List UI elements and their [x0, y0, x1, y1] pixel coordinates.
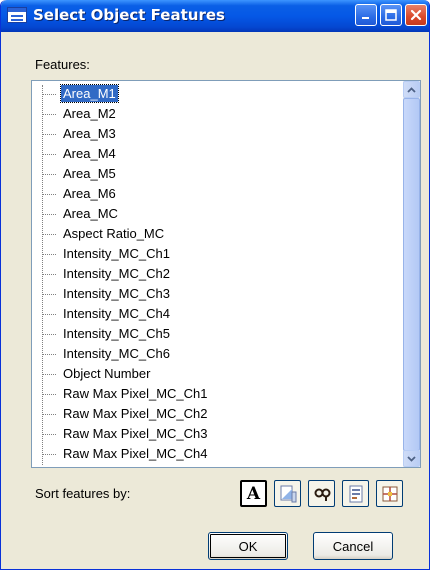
feature-name: Intensity_MC_Ch6	[63, 346, 170, 361]
list-item[interactable]: Raw Max Pixel_MC_Ch4	[32, 444, 392, 464]
maximize-button[interactable]	[380, 4, 402, 26]
maximize-icon	[385, 9, 397, 21]
chevron-up-icon	[407, 86, 416, 93]
tree-connector	[43, 234, 56, 235]
list-item[interactable]: Area_M3	[32, 124, 392, 144]
feature-name: Raw Max Pixel_MC_Ch1	[63, 386, 208, 401]
feature-name: Object Number	[63, 366, 151, 381]
sort-features-label: Sort features by:	[35, 486, 131, 501]
mask-sort-icon	[314, 488, 330, 501]
list-item[interactable]: Area_M5	[32, 164, 392, 184]
tree-connector	[43, 374, 56, 375]
tree-connector	[43, 134, 56, 135]
list-item[interactable]: Intensity_MC_Ch1	[32, 244, 392, 264]
list-item[interactable]: Area_M1	[32, 84, 392, 104]
feature-name: Area_M6	[63, 186, 116, 201]
select-object-features-dialog: Select Object Features Features: Area_M1…	[0, 0, 430, 570]
sort-by-channel-button[interactable]	[342, 480, 369, 507]
feature-name: Area_MC	[63, 206, 118, 221]
scroll-up-button[interactable]	[403, 81, 420, 98]
feature-name: Intensity_MC_Ch1	[63, 246, 170, 261]
tree-connector	[43, 254, 56, 255]
features-tree-list[interactable]: Area_M1 Area_M2 Area_M3 Area_M4 Area_M5 Area_…	[31, 80, 421, 468]
list-item[interactable]: Raw Max Pixel_MC_Ch2	[32, 404, 392, 424]
list-item[interactable]: Aspect Ratio_MC	[32, 224, 392, 244]
sort-by-mask-button[interactable]	[308, 480, 335, 507]
tree-connector	[43, 354, 56, 355]
alphabetical-sort-icon: A	[246, 483, 261, 504]
tree-connector	[43, 214, 56, 215]
list-item[interactable]: Intensity_MC_Ch6	[32, 344, 392, 364]
tree-connector	[43, 314, 56, 315]
list-item[interactable]: Area_M4	[32, 144, 392, 164]
tree-connector	[43, 454, 56, 455]
list-item[interactable]: Intensity_MC_Ch5	[32, 324, 392, 344]
tree-connector	[43, 294, 56, 295]
sort-by-grid-button[interactable]	[376, 480, 403, 507]
tree-connector	[43, 194, 56, 195]
feature-name: Raw Max Pixel_MC_Ch2	[63, 406, 208, 421]
list-item[interactable]: Object Number	[32, 364, 392, 384]
close-button[interactable]	[405, 4, 427, 26]
tree-connector	[43, 434, 56, 435]
sort-alphabetical-button[interactable]: A	[240, 480, 267, 507]
list-item[interactable]: Raw Max Pixel_MC_Ch3	[32, 424, 392, 444]
list-item[interactable]: Intensity_MC_Ch2	[32, 264, 392, 284]
feature-name: Area_M2	[63, 106, 116, 121]
minimize-button[interactable]	[355, 4, 377, 26]
feature-name: Area_M5	[63, 166, 116, 181]
title-bar[interactable]: Select Object Features	[1, 0, 429, 32]
minimize-icon	[362, 17, 369, 19]
close-icon	[410, 9, 422, 21]
feature-name: Aspect Ratio_MC	[63, 226, 165, 241]
tree-connector	[43, 154, 56, 155]
vertical-scrollbar[interactable]	[403, 81, 420, 467]
list-item[interactable]: Raw Max Pixel_MC_Ch1	[32, 384, 392, 404]
window-title: Select Object Features	[33, 6, 225, 24]
tree-connector	[43, 274, 56, 275]
feature-name: Area_M3	[63, 126, 116, 141]
list-item[interactable]: Intensity_MC_Ch3	[32, 284, 392, 304]
tree-connector	[43, 94, 56, 95]
list-item[interactable]: Area_M2	[32, 104, 392, 124]
scroll-down-button[interactable]	[403, 450, 420, 467]
feature-name: Intensity_MC_Ch2	[63, 266, 170, 281]
grid-sort-icon	[382, 486, 397, 501]
scroll-thumb[interactable]	[403, 98, 420, 451]
feature-name: Intensity_MC_Ch5	[63, 326, 170, 341]
list-item[interactable]: Intensity_MC_Ch4	[32, 304, 392, 324]
chevron-down-icon	[407, 455, 416, 462]
sort-by-type-button[interactable]	[274, 480, 301, 507]
dialog-window-icon	[7, 7, 27, 23]
features-label: Features:	[35, 57, 90, 72]
tree-connector	[43, 394, 56, 395]
feature-name: Raw Max Pixel_MC_Ch3	[63, 426, 208, 441]
feature-type-sort-icon	[280, 485, 296, 502]
list-item[interactable]: Area_M6	[32, 184, 392, 204]
feature-name: Intensity_MC_Ch4	[63, 306, 170, 321]
channel-sort-icon	[349, 485, 362, 502]
feature-name: Area_M1	[60, 84, 119, 103]
list-item[interactable]: Area_MC	[32, 204, 392, 224]
feature-name: Area_M4	[63, 146, 116, 161]
tree-connector	[43, 114, 56, 115]
feature-name: Raw Max Pixel_MC_Ch4	[63, 446, 208, 461]
tree-connector	[43, 414, 56, 415]
tree-connector	[43, 334, 56, 335]
tree-connector	[43, 174, 56, 175]
ok-button[interactable]: OK	[208, 532, 288, 560]
cancel-button[interactable]: Cancel	[313, 532, 393, 560]
feature-name: Intensity_MC_Ch3	[63, 286, 170, 301]
